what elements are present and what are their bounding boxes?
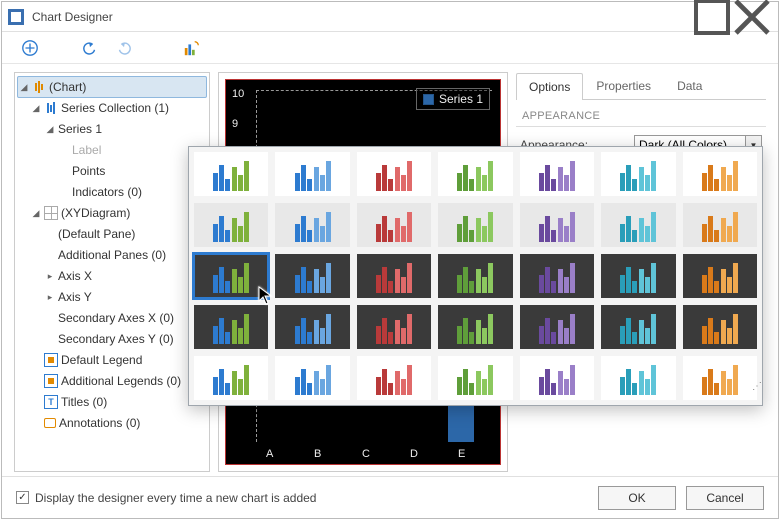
palette-swatch[interactable] (436, 252, 514, 300)
palette-swatch[interactable] (599, 201, 677, 249)
palette-swatch[interactable] (681, 354, 759, 402)
tree-node-titles[interactable]: ▸TTitles (0) (17, 392, 207, 412)
tree-panel: ◢(Chart) ◢Series Collection (1) ◢Series … (14, 72, 210, 472)
close-icon[interactable] (732, 3, 772, 31)
palette-swatch[interactable] (599, 252, 677, 300)
palette-button[interactable] (182, 38, 202, 58)
tree-node-series1[interactable]: ◢Series 1 (17, 119, 207, 139)
cancel-button[interactable]: Cancel (686, 486, 764, 510)
maximize-icon[interactable] (692, 3, 732, 31)
legend-swatch (423, 94, 434, 105)
palette-swatch[interactable] (273, 303, 351, 351)
palette-swatch[interactable] (599, 303, 677, 351)
tree-node-default-pane[interactable]: ▸(Default Pane) (17, 224, 207, 244)
palette-swatch[interactable] (681, 303, 759, 351)
x-tick: A (266, 448, 273, 460)
palette-swatch[interactable] (355, 150, 433, 198)
titlebar: Chart Designer (2, 2, 778, 32)
right-tabs: Options Properties Data (516, 72, 766, 100)
palette-swatch[interactable] (192, 201, 270, 249)
palette-swatch[interactable] (436, 354, 514, 402)
ok-button[interactable]: OK (598, 486, 676, 510)
tree-node-indicators[interactable]: ▸Indicators (0) (17, 182, 207, 202)
tree-node-axis-y[interactable]: ▸Axis Y (17, 287, 207, 307)
legend-label: Series 1 (439, 92, 483, 106)
tree-node-additional-panes[interactable]: ▸Additional Panes (0) (17, 245, 207, 265)
palette-swatch[interactable] (599, 150, 677, 198)
tree-node-annotations[interactable]: ▸Annotations (0) (17, 413, 207, 433)
palette-swatch[interactable] (273, 150, 351, 198)
show-designer-checkbox[interactable]: ✓ Display the designer every time a new … (16, 491, 588, 505)
section-appearance-head: APPEARANCE (516, 100, 766, 127)
palette-swatch[interactable] (192, 252, 270, 300)
redo-button[interactable] (114, 38, 134, 58)
window-title: Chart Designer (32, 10, 692, 24)
palette-swatch[interactable] (273, 201, 351, 249)
palette-swatch[interactable] (436, 303, 514, 351)
palette-swatch[interactable] (518, 303, 596, 351)
footer: ✓ Display the designer every time a new … (2, 476, 778, 518)
palette-swatch[interactable] (273, 354, 351, 402)
y-tick: 10 (232, 88, 244, 100)
tree-node-additional-legends[interactable]: ▸Additional Legends (0) (17, 371, 207, 391)
palette-swatch[interactable] (681, 252, 759, 300)
x-tick: D (410, 448, 418, 460)
palette-swatch[interactable] (273, 252, 351, 300)
palette-swatch[interactable] (192, 303, 270, 351)
palette-swatch[interactable] (355, 354, 433, 402)
tab-properties[interactable]: Properties (583, 72, 664, 99)
palette-swatch[interactable] (355, 201, 433, 249)
tree-node-label[interactable]: ▸Label (17, 140, 207, 160)
appearance-palette-popup (188, 146, 763, 406)
toolbar (2, 32, 778, 64)
tree-node-points[interactable]: ▸Points (17, 161, 207, 181)
x-tick: E (458, 448, 465, 460)
tree-node-series-collection[interactable]: ◢Series Collection (1) (17, 98, 207, 118)
palette-swatch[interactable] (436, 150, 514, 198)
chart-legend: Series 1 (416, 88, 490, 110)
palette-swatch[interactable] (681, 150, 759, 198)
x-tick: C (362, 448, 370, 460)
palette-swatch[interactable] (436, 201, 514, 249)
app-icon (8, 9, 24, 25)
tree-node-chart[interactable]: ◢(Chart) (17, 76, 207, 98)
tab-options[interactable]: Options (516, 73, 583, 100)
tree-node-default-legend[interactable]: ▸Default Legend (17, 350, 207, 370)
tree-node-sec-axes-x[interactable]: ▸Secondary Axes X (0) (17, 308, 207, 328)
x-tick: B (314, 448, 321, 460)
tree-node-diagram[interactable]: ◢(XYDiagram) (17, 203, 207, 223)
tree-node-axis-x[interactable]: ▸Axis X (17, 266, 207, 286)
y-tick: 9 (232, 118, 238, 130)
add-button[interactable] (20, 38, 40, 58)
palette-swatch[interactable] (192, 354, 270, 402)
palette-swatch[interactable] (518, 354, 596, 402)
palette-swatch[interactable] (355, 303, 433, 351)
palette-swatch[interactable] (599, 354, 677, 402)
checkbox-icon: ✓ (16, 491, 29, 504)
tree: ◢(Chart) ◢Series Collection (1) ◢Series … (17, 76, 207, 433)
tab-data[interactable]: Data (664, 72, 715, 99)
palette-swatch[interactable] (355, 252, 433, 300)
undo-button[interactable] (80, 38, 100, 58)
palette-swatch[interactable] (518, 150, 596, 198)
tree-node-sec-axes-y[interactable]: ▸Secondary Axes Y (0) (17, 329, 207, 349)
palette-swatch[interactable] (518, 252, 596, 300)
palette-swatch[interactable] (681, 201, 759, 249)
palette-swatch[interactable] (518, 201, 596, 249)
palette-swatch[interactable] (192, 150, 270, 198)
checkbox-label: Display the designer every time a new ch… (35, 491, 316, 505)
